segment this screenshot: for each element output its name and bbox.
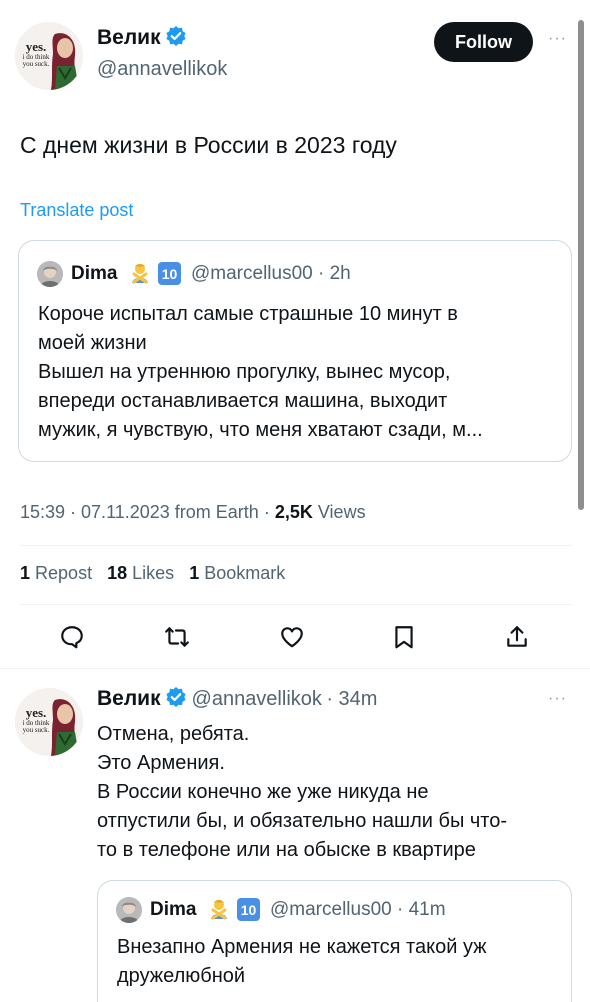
tweet-meta: 15:39 · 07.11.2023 from Earth · 2,5K Vie… <box>20 502 366 523</box>
like-button[interactable] <box>275 620 309 654</box>
quoted-author-avatar <box>116 897 142 923</box>
keycap-number-badge: 10 <box>158 262 181 285</box>
quoted-avatar-image <box>37 261 63 287</box>
reply-text: Отмена, ребята. Это Армения. В России ко… <box>97 723 508 861</box>
quoted-author-handle: @marcellus00 · 41m <box>270 899 446 920</box>
author-name[interactable]: Велик <box>97 26 161 49</box>
share-icon <box>507 626 527 647</box>
author-avatar[interactable]: yes. i do think you suck. <box>15 22 83 90</box>
reply-author-handle[interactable]: @annavellikok <box>192 688 322 710</box>
share-button[interactable] <box>500 620 534 654</box>
reply-time[interactable]: · 34m <box>326 688 377 710</box>
bookmark-icon <box>395 626 413 649</box>
reply-more-options-icon[interactable]: ··· <box>548 690 567 708</box>
author-handle[interactable]: @annavellikok <box>97 58 227 81</box>
scrollbar[interactable] <box>578 20 584 510</box>
views-label: Views <box>317 502 366 522</box>
follow-button[interactable]: Follow <box>434 22 533 62</box>
divider <box>0 668 590 669</box>
divider <box>20 604 572 605</box>
avatar-caption: yes. i do think you suck. <box>22 705 50 734</box>
avatar-caption: yes. i do think you suck. <box>22 39 50 68</box>
reply-icon <box>61 626 83 649</box>
tweet-text: С днем жизни в России в 2023 году <box>20 132 397 158</box>
more-options-icon[interactable]: ··· <box>548 30 567 48</box>
quoted-author-name: Dima <box>71 263 118 284</box>
person-gesturing-no-icon <box>132 264 148 284</box>
like-icon <box>281 627 303 648</box>
reposts-stat[interactable]: 1 Repost <box>20 563 92 583</box>
reply-author-avatar[interactable]: yes. i do think you suck. <box>15 688 83 756</box>
verified-icon <box>166 687 186 707</box>
timestamp[interactable]: 15:39 · 07.11.2023 from Earth · <box>20 502 270 522</box>
divider <box>20 545 572 546</box>
bookmark-button[interactable] <box>387 620 421 654</box>
likes-stat[interactable]: 18 Likes <box>107 563 174 583</box>
bookmarks-stat[interactable]: 1 Bookmark <box>189 563 285 583</box>
tweet-stats: 1 Repost 18 Likes 1 Bookmark <box>20 563 285 584</box>
repost-button[interactable] <box>160 620 194 654</box>
quoted-avatar-image <box>116 897 142 923</box>
verified-icon <box>166 26 186 46</box>
keycap-number-badge: 10 <box>237 898 260 921</box>
reply-button[interactable] <box>55 620 89 654</box>
author-name-row[interactable]: Велик <box>97 25 187 50</box>
quoted-text: Короче испытал самые страшные 10 минут в… <box>38 303 483 441</box>
quoted-time: · 2h <box>318 263 351 284</box>
quoted-tweet[interactable]: Dima 10 @marcellus00 · 2h Короче испытал… <box>18 240 572 462</box>
quoted-author-name: Dima <box>150 899 197 920</box>
reply-quoted-tweet[interactable]: Dima 10 @marcellus00 · 41m Внезапно Арме… <box>97 880 572 1002</box>
translate-post-link[interactable]: Translate post <box>20 200 133 221</box>
quoted-author-handle: @marcellus00 · 2h <box>191 263 351 284</box>
quoted-time: · 41m <box>397 899 446 920</box>
views-count: 2,5K <box>274 502 313 522</box>
quoted-author-avatar <box>37 261 63 287</box>
reply-header: Велик @annavellikok · 34m <box>97 686 377 711</box>
quoted-text: Внезапно Армения не кажется такой уж дру… <box>117 936 487 987</box>
person-gesturing-no-icon <box>211 900 227 920</box>
repost-icon <box>165 627 189 647</box>
reply-author-name[interactable]: Велик <box>97 687 161 710</box>
